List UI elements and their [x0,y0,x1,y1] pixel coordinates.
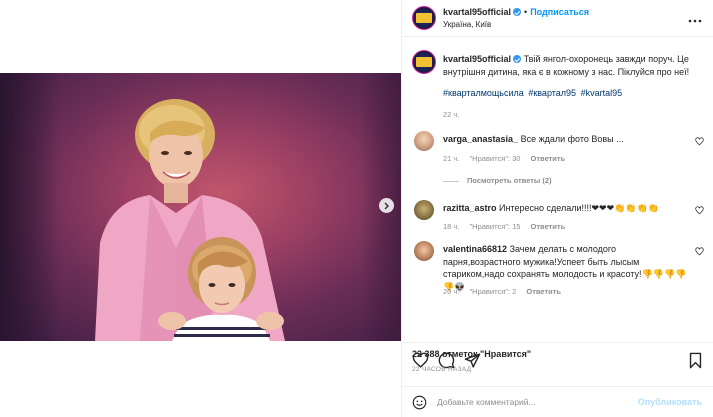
comment-input[interactable] [437,394,647,410]
post-media-area [0,0,401,417]
caption-username[interactable]: kvartal95official [443,54,511,64]
post-location[interactable]: Україна, Київ [443,20,491,29]
comment-meta: 21 ч. "Нравится": 30 Ответить [443,154,573,163]
comment-likes-count[interactable]: "Нравится": 30 [470,154,521,163]
separator-dot: • [524,7,528,17]
comments-section[interactable]: kvartal95official Твій янгол-охоронець з… [402,40,713,340]
comment-time[interactable]: 21 ч. [443,154,459,163]
reply-button[interactable]: Ответить [531,154,566,163]
ellipsis-icon [688,19,702,23]
emoji-smile-icon[interactable] [412,395,427,410]
photo-shadow-left [0,73,60,341]
post-action-bar [402,342,713,382]
post-caption: kvartal95official Твій янгол-охоронець з… [443,53,703,78]
publish-button[interactable]: Опубликовать [638,397,702,407]
bookmark-icon[interactable] [687,352,704,369]
comment-time[interactable]: 18 ч. [443,222,459,231]
comment-meta: 20 ч. "Нравится": 2 Ответить [443,287,569,296]
comment-body: razitta_astro Интересно сделали!!!!❤❤❤👏👏… [443,202,693,215]
view-replies-button[interactable]: Посмотреть ответы (2) [443,176,552,185]
kvartal95-logo-icon [416,13,432,23]
comment-item: razitta_astro Интересно сделали!!!!❤❤❤👏👏… [402,198,713,238]
instagram-post-modal: kvartal95official • Подписаться Україна, К… [0,0,713,417]
likes-count[interactable]: 22 388 отметок "Нравится" [412,349,531,359]
author-avatar[interactable] [412,6,436,30]
comment-username[interactable]: razitta_astro [443,203,497,213]
comment-username[interactable]: varga_anastasia_ [443,134,518,144]
comment-body: valentina66812 Зачем делать с молодого п… [443,243,693,293]
comment-text: Интересно сделали!!!!❤❤❤👏👏👏👏 [499,203,659,213]
verified-badge-icon [513,8,522,16]
commenter-avatar[interactable] [414,241,434,261]
comment-likes-count[interactable]: "Нравится": 15 [470,222,521,231]
photo-illustration [95,99,285,341]
caption-timestamp[interactable]: 22 ч. [443,110,459,119]
verified-badge-icon [513,55,522,63]
post-timestamp[interactable]: 22 ЧАСОВ НАЗАД [412,366,471,373]
comment-time[interactable]: 20 ч. [443,287,459,296]
comment-like-heart-icon[interactable] [695,206,704,215]
hashtag-link[interactable]: #квартал95 [528,88,576,98]
author-line: kvartal95official • Подписаться [443,7,589,17]
comment-item: valentina66812 Зачем делать с молодого п… [402,238,713,308]
post-header: kvartal95official • Подписаться Україна, К… [402,0,713,37]
hashtag-link[interactable]: #кварталмощьсила [443,88,524,98]
replies-divider-line [443,180,459,182]
caption-author-avatar[interactable] [412,50,436,74]
kvartal95-logo-icon [416,57,432,67]
hashtag-link[interactable]: #kvartal95 [581,88,623,98]
view-replies-label: Посмотреть ответы (2) [467,176,552,185]
author-username[interactable]: kvartal95official [443,7,511,17]
commenter-avatar[interactable] [414,200,434,220]
post-side-panel: kvartal95official • Подписаться Україна, К… [401,0,713,417]
comment-username[interactable]: valentina66812 [443,244,507,254]
comment-meta: 18 ч. "Нравится": 15 Ответить [443,222,573,231]
chevron-right-icon [384,202,389,209]
comment-body: varga_anastasia_ Все ждали фото Вовы ... [443,133,693,146]
follow-button[interactable]: Подписаться [530,7,589,17]
more-horizontal-icon[interactable] [688,12,702,26]
comment-like-heart-icon[interactable] [695,137,704,146]
next-photo-button[interactable] [379,198,394,213]
add-comment-bar: Опубликовать [402,386,713,417]
reply-button[interactable]: Ответить [526,287,561,296]
comment-item: varga_anastasia_ Все ждали фото Вовы ...… [402,128,713,198]
comment-likes-count[interactable]: "Нравится": 2 [470,287,517,296]
post-photo[interactable] [0,73,401,341]
comment-like-heart-icon[interactable] [695,247,704,256]
commenter-avatar[interactable] [414,131,434,151]
caption-hashtags: #кварталмощьсила #квартал95 #kvartal95 [443,88,624,98]
comment-text: Все ждали фото Вовы ... [520,134,624,144]
reply-button[interactable]: Ответить [531,222,566,231]
